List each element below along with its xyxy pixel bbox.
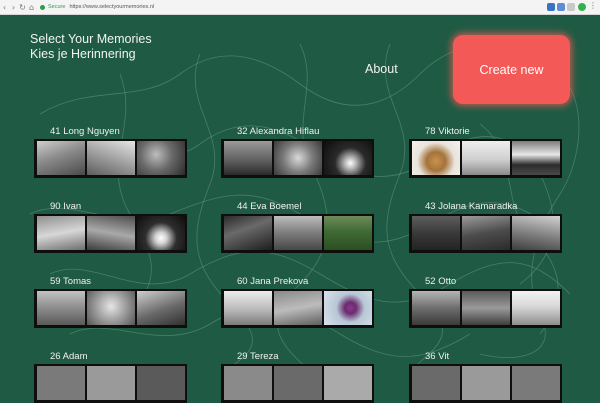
forward-icon[interactable]: › [9,3,18,12]
about-link[interactable]: About [365,62,398,76]
extension-icon[interactable] [567,3,575,11]
film-frame-thumbnail [512,216,560,250]
memory-card[interactable]: 60 Jana Prekova [221,276,381,328]
film-frame-thumbnail [412,141,460,175]
memory-card[interactable]: 90 Ivan [34,201,194,253]
film-strip[interactable] [409,214,562,253]
film-frame-thumbnail [412,291,460,325]
memory-card-label: 59 Tomas [50,276,92,287]
memory-card-label: 60 Jana Prekova [237,276,309,287]
create-new-button[interactable]: Create new [453,35,570,104]
film-frame-thumbnail [137,291,185,325]
memory-card[interactable]: 36 Vit [409,351,569,403]
film-frame-thumbnail [412,366,460,400]
film-frame-thumbnail [37,141,85,175]
film-frame-thumbnail [137,216,185,250]
browser-toolbar: ‹ › ↻ ⌂ Secure https://www.selectyourmem… [0,0,600,15]
site-title-english: Select Your Memories [30,32,152,46]
film-strip[interactable] [409,139,562,178]
memory-card-label: 29 Tereza [237,351,279,362]
memory-card-label: 36 Vit [425,351,450,362]
film-frame-thumbnail [324,141,372,175]
film-frame-thumbnail [512,366,560,400]
memory-card[interactable]: 32 Alexandra Hiflau [221,126,381,178]
memory-card-label: 32 Alexandra Hiflau [237,126,320,137]
extension-icon[interactable] [557,3,565,11]
film-frame-thumbnail [37,366,85,400]
film-frame-thumbnail [462,216,510,250]
film-frame-thumbnail [137,366,185,400]
film-strip[interactable] [34,364,187,403]
film-frame-thumbnail [87,291,135,325]
film-frame-thumbnail [224,366,272,400]
film-frame-thumbnail [87,366,135,400]
film-frame-thumbnail [37,291,85,325]
film-frame-thumbnail [37,216,85,250]
film-frame-thumbnail [462,366,510,400]
film-strip[interactable] [221,364,374,403]
memory-card[interactable]: 29 Tereza [221,351,381,403]
lock-icon [40,4,45,10]
film-strip[interactable] [34,214,187,253]
film-frame-thumbnail [224,216,272,250]
film-strip[interactable] [221,289,374,328]
film-frame-thumbnail [274,141,322,175]
memory-card[interactable]: 43 Jolana Kamaradka [409,201,569,253]
film-frame-thumbnail [87,141,135,175]
film-frame-thumbnail [512,141,560,175]
film-strip[interactable] [221,214,374,253]
memory-card[interactable]: 59 Tomas [34,276,194,328]
film-frame-thumbnail [137,141,185,175]
memory-card-label: 44 Eva Boemel [237,201,302,212]
memory-card-label: 26 Adam [50,351,88,362]
site-title[interactable]: Select Your Memories Kies je Herinnering [30,32,152,62]
film-frame-thumbnail [324,366,372,400]
film-strip[interactable] [34,289,187,328]
film-frame-thumbnail [324,291,372,325]
memory-card[interactable]: 52 Otto [409,276,569,328]
memory-card[interactable]: 78 Viktorie [409,126,569,178]
extension-icon[interactable] [578,3,586,11]
film-strip[interactable] [221,139,374,178]
memory-card-label: 52 Otto [425,276,457,287]
extension-icon[interactable] [547,3,555,11]
memory-card-label: 78 Viktorie [425,126,470,137]
memory-card-label: 90 Ivan [50,201,82,212]
url-text: https://www.selectyourmemories.nl [69,4,155,10]
film-strip[interactable] [409,289,562,328]
back-icon[interactable]: ‹ [0,3,9,12]
film-strip[interactable] [34,139,187,178]
film-frame-thumbnail [274,216,322,250]
film-frame-thumbnail [274,291,322,325]
address-bar[interactable]: Secure https://www.selectyourmemories.nl [40,2,154,12]
film-frame-thumbnail [87,216,135,250]
film-strip[interactable] [409,364,562,403]
film-frame-thumbnail [224,141,272,175]
film-frame-thumbnail [462,141,510,175]
site-title-dutch: Kies je Herinnering [30,47,136,61]
film-frame-thumbnail [462,291,510,325]
home-icon[interactable]: ⌂ [27,3,36,12]
memory-card-label: 43 Jolana Kamaradka [425,201,518,212]
memory-card[interactable]: 44 Eva Boemel [221,201,381,253]
film-frame-thumbnail [224,291,272,325]
memory-card[interactable]: 41 Long Nguyen [34,126,194,178]
film-frame-thumbnail [412,216,460,250]
secure-label: Secure [48,4,66,10]
film-frame-thumbnail [324,216,372,250]
film-frame-thumbnail [274,366,322,400]
film-frame-thumbnail [512,291,560,325]
memory-card[interactable]: 26 Adam [34,351,194,403]
browser-menu-icon[interactable]: ⋮ [589,1,597,10]
memory-card-label: 41 Long Nguyen [50,126,120,137]
reload-icon[interactable]: ↻ [18,3,27,12]
